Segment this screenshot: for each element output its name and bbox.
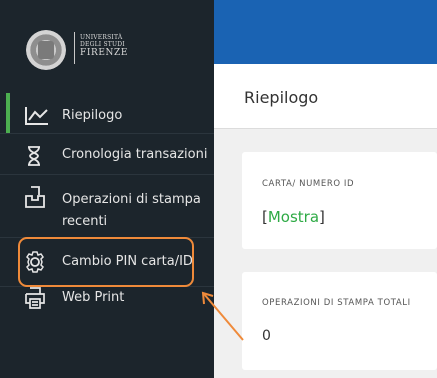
logo[interactable]: UNIVERSITÀ DEGLI STUDI FIRENZE [0, 0, 214, 82]
sidebar-item-label-line-2: recenti [62, 214, 108, 229]
highlight-box [18, 237, 194, 287]
print-total-card: OPERAZIONI DI STAMPA TOTALI 0 [242, 272, 437, 370]
sidebar-item-web-print[interactable]: Web Print [0, 287, 214, 327]
sidebar: UNIVERSITÀ DEGLI STUDI FIRENZE Riepilogo… [0, 0, 214, 378]
card-id-card: CARTA/ NUMERO ID [Mostra] [242, 152, 437, 249]
page-header: Riepilogo [214, 64, 437, 129]
printer-icon [25, 287, 45, 309]
card-value: [Mostra] [262, 208, 325, 226]
logo-line-3: FIRENZE [80, 48, 129, 58]
logo-divider [74, 32, 75, 64]
card-caption: OPERAZIONI DI STAMPA TOTALI [262, 298, 411, 308]
page-title: Riepilogo [244, 88, 319, 107]
sidebar-item-label: Web Print [62, 290, 125, 305]
chart-line-icon [25, 107, 48, 125]
bracket-close: ] [319, 208, 325, 226]
sidebar-item-label: Riepilogo [62, 108, 123, 123]
sidebar-item-label-line-1: Operazioni di stampa [62, 192, 201, 207]
university-seal-icon [26, 30, 66, 70]
show-link[interactable]: Mostra [268, 208, 319, 226]
sidebar-item-label: Cronologia transazioni [62, 147, 208, 162]
hourglass-icon [28, 146, 40, 166]
logo-text: UNIVERSITÀ DEGLI STUDI FIRENZE [80, 34, 129, 58]
sidebar-item-operazioni-stampa[interactable]: Operazioni di stampa recenti [0, 175, 214, 237]
card-caption: CARTA/ NUMERO ID [262, 179, 355, 189]
card-value: 0 [262, 328, 271, 344]
sidebar-item-riepilogo[interactable]: Riepilogo [0, 93, 214, 133]
printer-tray-icon [25, 186, 45, 208]
top-bar [214, 0, 437, 64]
sidebar-item-label: Operazioni di stampa recenti [62, 189, 201, 233]
sidebar-item-cronologia[interactable]: Cronologia transazioni [0, 134, 214, 174]
